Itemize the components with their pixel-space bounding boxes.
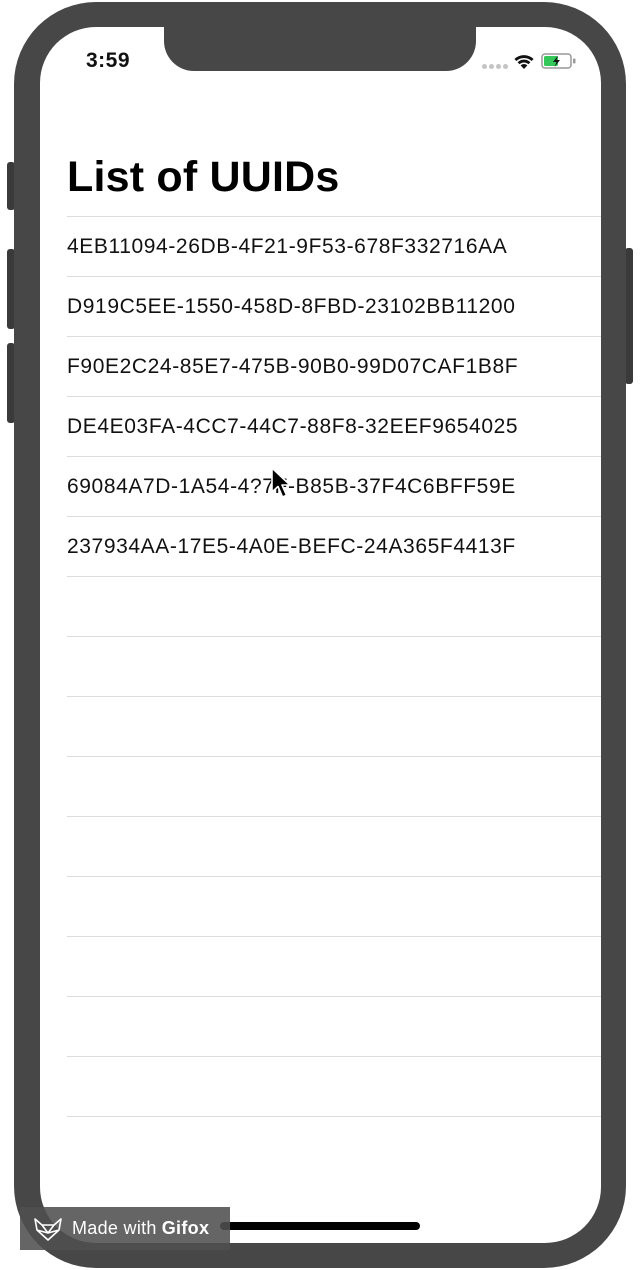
cellular-signal-icon (482, 64, 508, 69)
empty-table-row (67, 696, 601, 756)
table-row[interactable]: F90E2C24-85E7-475B-90B0-99D07CAF1B8F (67, 336, 601, 396)
empty-table-row (67, 816, 601, 876)
uuid-label: D919C5EE-1550-458D-8FBD-23102BB11200 (67, 294, 516, 318)
fox-logo-icon (34, 1217, 62, 1241)
table-row[interactable]: 237934AA-17E5-4A0E-BEFC-24A365F4413F (67, 516, 601, 576)
watermark-label: Made with Gifox (72, 1218, 210, 1238)
home-indicator[interactable] (220, 1222, 420, 1230)
page: 3:59 List of UUIDs 4EB11094-26DB-4F21-9F… (0, 0, 640, 1270)
device-notch (164, 27, 476, 71)
page-title: List of UUIDs (67, 153, 340, 201)
empty-table-row (67, 936, 601, 996)
table-row[interactable]: D919C5EE-1550-458D-8FBD-23102BB11200 (67, 276, 601, 336)
table-row[interactable]: DE4E03FA-4CC7-44C7-88F8-32EEF9654025 (67, 396, 601, 456)
power-button (625, 248, 633, 384)
empty-table-row (67, 1056, 601, 1116)
mouse-cursor-icon (271, 467, 291, 498)
empty-table-row (67, 996, 601, 1056)
uuid-label: 237934AA-17E5-4A0E-BEFC-24A365F4413F (67, 534, 516, 558)
empty-table-row (67, 636, 601, 696)
empty-table-row (67, 1116, 601, 1176)
wifi-icon (514, 55, 534, 69)
empty-table-row (67, 876, 601, 936)
gifox-watermark: Made with Gifox (20, 1207, 230, 1250)
status-time: 3:59 (86, 49, 131, 72)
table-row[interactable]: 4EB11094-26DB-4F21-9F53-678F332716AA (67, 216, 601, 276)
empty-table-row (67, 756, 601, 816)
battery-icon (541, 53, 576, 69)
empty-table-row (67, 576, 601, 636)
uuid-label: 4EB11094-26DB-4F21-9F53-678F332716AA (67, 234, 508, 258)
uuid-label: DE4E03FA-4CC7-44C7-88F8-32EEF9654025 (67, 414, 519, 438)
uuid-list[interactable]: 4EB11094-26DB-4F21-9F53-678F332716AA D919… (67, 216, 601, 1176)
device-screen: 3:59 List of UUIDs 4EB11094-26DB-4F21-9F… (40, 27, 601, 1243)
uuid-label: F90E2C24-85E7-475B-90B0-99D07CAF1B8F (67, 354, 519, 378)
table-row[interactable]: 69084A7D-1A54-4?7F-B85B-37F4C6BFF59E (67, 456, 601, 516)
